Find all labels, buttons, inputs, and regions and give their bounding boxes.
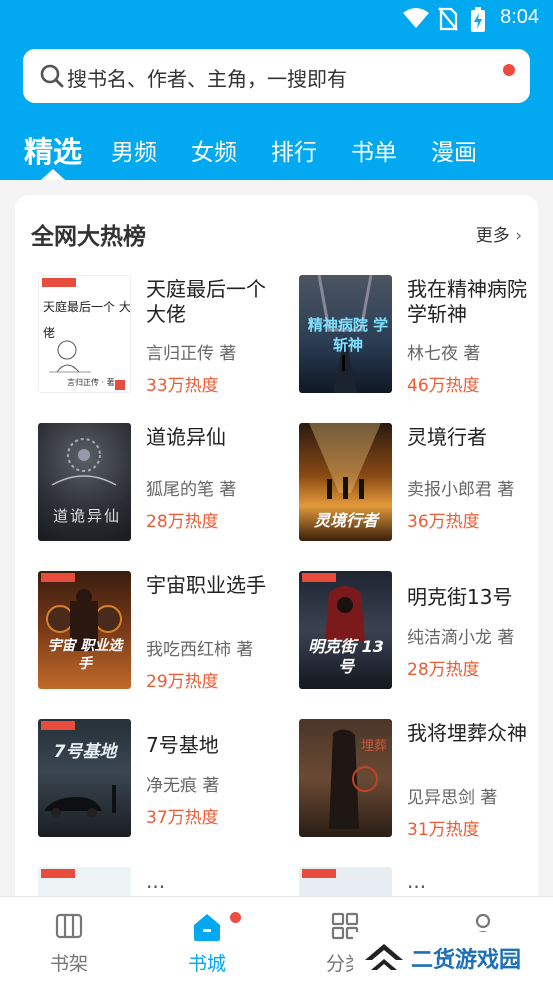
more-label: 更多 [475,226,510,246]
nav-bookshelf[interactable]: 书架 [0,897,138,983]
book-cover: 灵境行者 [299,423,392,541]
tab-booklist[interactable]: 书单 [351,133,397,167]
status-bar: 8:04 [0,0,553,38]
book-title: 道诡异仙 [146,425,226,449]
cover-title: 天庭最后一个 大佬 [43,300,131,340]
book-author: 林七夜 著 [407,344,481,364]
bookstore-icon [191,911,223,947]
bookshelf-icon [54,911,84,945]
search-input[interactable]: 搜书名、作者、主角，一搜即有 [67,63,347,92]
nav-bookstore[interactable]: 书城 [138,897,276,983]
hot-list-card: 全网大热榜 更多 › 天庭最后一个 大佬 言归正传 · 著 天庭最后一个大佬 言… [15,195,538,915]
tab-comics[interactable]: 漫画 [431,133,477,167]
book-author: 狐尾的笔 著 [146,480,237,500]
book-author: 卖报小郎君 著 [407,480,515,500]
cover-title: 道诡异仙 [52,507,121,525]
tab-male[interactable]: 男频 [111,133,157,167]
book-title: ... [407,869,427,893]
book-item[interactable]: 埋葬 我将埋葬众神 见异思剑 著 31万热度 [299,719,538,849]
tab-ranking[interactable]: 排行 [271,133,317,167]
section-title: 全网大热榜 [31,224,146,250]
cover-title: 7号基地 [53,742,117,762]
watermark-logo-icon [363,940,405,980]
book-item[interactable]: 道诡异仙 道诡异仙 狐尾的笔 著 28万热度 [38,423,286,553]
notification-dot [503,64,515,76]
book-item[interactable]: 7号基地 7号基地 净无痕 著 37万热度 [38,719,286,849]
nav-label: 书架 [49,953,88,975]
cover-title: 精神病院 学斩神 [307,316,389,354]
cover-title: 宇宙 职业选手 [47,638,123,672]
book-author: 见异思剑 著 [407,788,498,808]
book-title: 宇宙职业选手 [146,573,266,597]
search-bar[interactable]: 搜书名、作者、主角，一搜即有 [23,49,530,103]
book-cover: 精神病院 学斩神 [299,275,392,393]
category-tabs: 精选 男频 女频 排行 书单 漫画 [0,124,553,180]
book-cover: 天庭最后一个 大佬 言归正传 · 著 [38,275,131,393]
book-heat: 28万热度 [407,660,480,680]
book-cover: 埋葬 [299,719,392,837]
book-heat: 46万热度 [407,376,480,396]
book-heat: 37万热度 [146,808,219,828]
book-author: 言归正传 著 [146,344,237,364]
search-icon [39,63,65,93]
header: 8:04 搜书名、作者、主角，一搜即有 精选 男频 女频 排行 书单 漫画 [0,0,553,180]
book-cover: 道诡异仙 [38,423,131,541]
clock: 8:04 [500,6,539,28]
tab-female[interactable]: 女频 [191,133,237,167]
book-item[interactable]: 精神病院 学斩神 我在精神病院学斩神 林七夜 著 46万热度 [299,275,538,405]
chevron-right-icon: › [509,226,522,246]
wifi-icon [402,7,430,33]
book-title: 明克街13号 [407,585,513,609]
book-title: 天庭最后一个大佬 [146,277,266,326]
watermark: 二货游戏园 [353,932,553,983]
cover-title: 明克街 13号 [308,637,384,676]
book-author: 纯洁滴小龙 著 [407,628,515,648]
active-tab-indicator [41,169,65,180]
book-cover: 明克街 13号 [299,571,392,689]
book-cover: 7号基地 [38,719,131,837]
cover-author: 言归正传 · 著 [67,378,115,387]
book-title: 7号基地 [146,733,219,757]
book-title: ... [146,869,166,893]
notification-dot [230,912,241,923]
book-heat: 31万热度 [407,820,480,840]
book-heat: 33万热度 [146,376,219,396]
book-heat: 29万热度 [146,672,219,692]
book-item[interactable]: 宇宙 职业选手 宇宙职业选手 我吃西红柿 著 29万热度 [38,571,286,701]
tab-featured[interactable]: 精选 [24,129,82,171]
book-author: 净无痕 著 [146,776,220,796]
cover-title: 埋葬 [361,739,388,754]
nav-label: 书城 [187,953,226,975]
book-title: 灵境行者 [407,425,487,449]
book-item[interactable]: 明克街 13号 明克街13号 纯洁滴小龙 著 28万热度 [299,571,538,701]
book-item[interactable]: 天庭最后一个 大佬 言归正传 · 著 天庭最后一个大佬 言归正传 著 33万热度 [38,275,286,405]
book-author: 我吃西红柿 著 [146,640,254,660]
book-cover: 宇宙 职业选手 [38,571,131,689]
book-title: 我将埋葬众神 [407,721,527,745]
more-link[interactable]: 更多 › [476,221,522,246]
book-title: 我在精神病院学斩神 [407,277,527,326]
book-heat: 28万热度 [146,512,219,532]
no-sim-icon [438,7,458,35]
battery-charging-icon [470,7,486,37]
book-item[interactable]: 灵境行者 灵境行者 卖报小郎君 著 36万热度 [299,423,538,553]
book-heat: 36万热度 [407,512,480,532]
cover-title: 灵境行者 [313,511,378,530]
watermark-text: 二货游戏园 [411,948,522,973]
